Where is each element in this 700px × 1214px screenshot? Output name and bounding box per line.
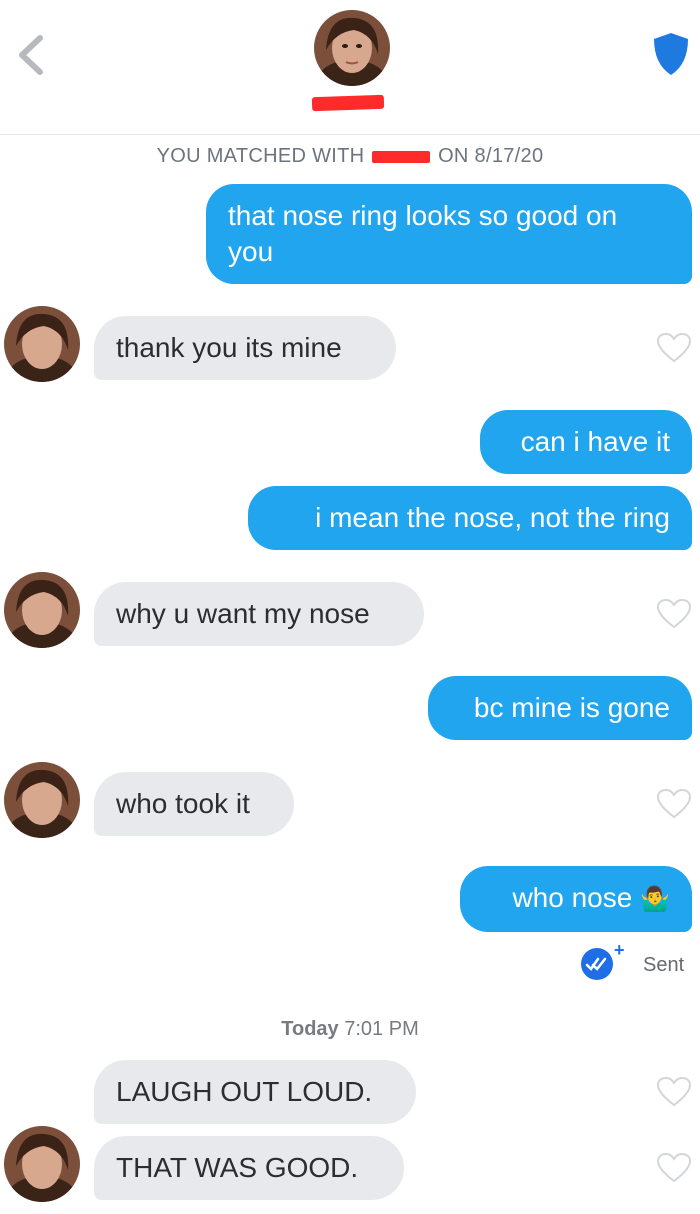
heart-icon[interactable] — [656, 1076, 692, 1108]
shrug-emoji: 🤷‍♂️ — [640, 886, 670, 913]
match-date: ON 8/17/20 — [438, 145, 544, 167]
redacted-name — [311, 94, 385, 112]
sender-avatar[interactable] — [4, 572, 80, 648]
message-bubble-outgoing[interactable]: that nose ring looks so good on you — [206, 184, 692, 284]
sender-avatar[interactable] — [4, 306, 80, 382]
message-text: LAUGH OUT LOUD. — [116, 1076, 373, 1107]
message-bubble-outgoing[interactable]: who nose 🤷‍♂️ — [460, 866, 692, 932]
shield-icon[interactable] — [650, 30, 692, 78]
heart-icon[interactable] — [656, 1152, 692, 1184]
timestamp: Today 7:01 PM — [0, 1018, 700, 1041]
match-info: YOU MATCHED WITH ON 8/17/20 — [0, 145, 700, 168]
message-bubble-outgoing[interactable]: bc mine is gone — [428, 676, 692, 740]
chat-header — [0, 0, 700, 135]
sender-avatar[interactable] — [4, 762, 80, 838]
double-check-icon — [581, 948, 613, 980]
message-bubble-incoming[interactable]: THAT WAS GOOD. — [94, 1136, 404, 1200]
message-text: bc mine is gone — [473, 692, 670, 723]
plus-label: + — [614, 940, 625, 960]
redacted-match-name — [372, 150, 431, 163]
message-text: can i have it — [520, 426, 670, 457]
timestamp-time: 7:01 PM — [344, 1018, 419, 1040]
message-bubble-outgoing[interactable]: i mean the nose, not the ring — [248, 486, 692, 550]
match-prefix: YOU MATCHED WITH — [156, 145, 365, 167]
message-text: why u want my nose — [116, 598, 370, 629]
message-text: THAT WAS GOOD. — [116, 1152, 359, 1183]
message-bubble-incoming[interactable]: LAUGH OUT LOUD. — [94, 1060, 416, 1124]
sent-status: Sent — [643, 954, 685, 976]
timestamp-day: Today — [281, 1018, 339, 1040]
sender-avatar[interactable] — [4, 1126, 80, 1202]
heart-icon[interactable] — [656, 788, 692, 820]
chevron-left-icon[interactable] — [14, 32, 50, 78]
heart-icon[interactable] — [656, 598, 692, 630]
message-bubble-incoming[interactable]: why u want my nose — [94, 582, 424, 646]
message-text: who nose — [512, 882, 633, 913]
message-text: who took it — [116, 788, 250, 819]
message-text: that nose ring looks so good on you — [228, 200, 618, 267]
message-bubble-incoming[interactable]: thank you its mine — [94, 316, 396, 380]
message-bubble-incoming[interactable]: who took it — [94, 772, 294, 836]
message-text: i mean the nose, not the ring — [315, 502, 670, 533]
match-avatar[interactable] — [314, 10, 390, 86]
message-text: thank you its mine — [116, 332, 342, 363]
heart-icon[interactable] — [656, 332, 692, 364]
message-bubble-outgoing[interactable]: can i have it — [480, 410, 692, 474]
